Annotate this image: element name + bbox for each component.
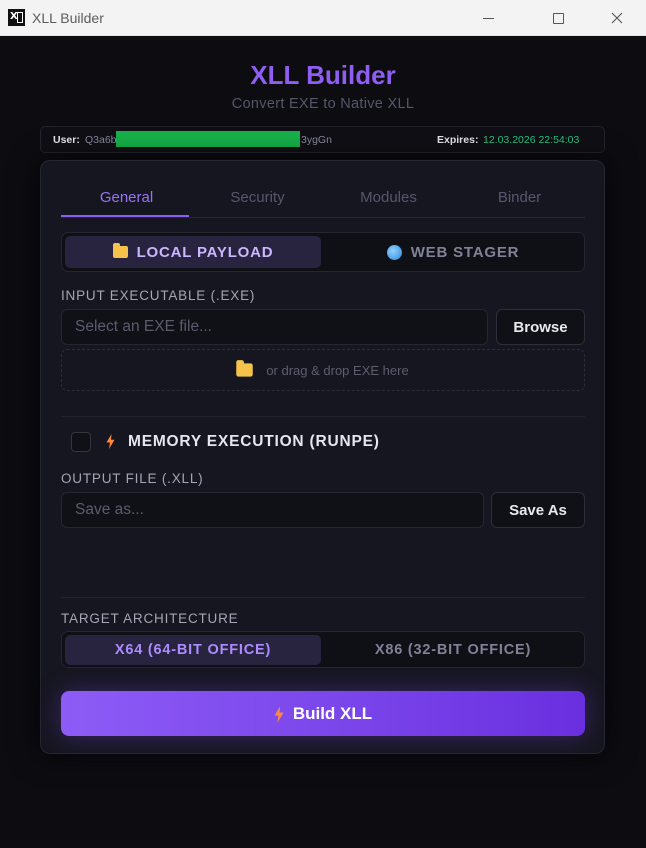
web-stager-option[interactable]: WEB STAGER <box>325 236 581 268</box>
tab-security[interactable]: Security <box>192 189 323 206</box>
maximize-button[interactable] <box>535 0 581 36</box>
tab-bar: General Security Modules Binder <box>61 181 585 218</box>
exe-dropzone[interactable]: or drag & drop EXE here <box>61 349 585 391</box>
memory-execution-label: MEMORY EXECUTION (RUNPE) <box>128 433 380 450</box>
save-as-button[interactable]: Save As <box>491 492 585 528</box>
license-bar: User: Q3a6b 3ygGn Expires: 12.03.2026 22… <box>40 126 605 153</box>
app-subtitle: Convert EXE to Native XLL <box>231 96 415 112</box>
input-exe-placeholder: Select an EXE file... <box>75 318 212 335</box>
window-title: XLL Builder <box>32 10 104 26</box>
open-folder-icon <box>236 360 254 377</box>
globe-icon <box>386 244 402 260</box>
output-file-placeholder: Save as... <box>75 501 144 518</box>
memory-execution-checkbox[interactable] <box>71 432 91 452</box>
divider <box>61 597 585 598</box>
user-redaction <box>116 131 300 147</box>
maximize-icon <box>552 12 564 24</box>
user-label: User: <box>53 134 80 146</box>
build-xll-button[interactable]: Build XLL <box>61 691 585 736</box>
local-payload-label: LOCAL PAYLOAD <box>136 243 274 261</box>
bolt-icon <box>274 706 284 723</box>
minimize-icon <box>482 17 494 19</box>
payload-mode-toggle: LOCAL PAYLOAD WEB STAGER <box>61 232 585 272</box>
expires-label: Expires: <box>437 134 479 146</box>
build-xll-label: Build XLL <box>292 703 373 723</box>
folder-icon <box>112 243 128 258</box>
bolt-icon <box>106 434 115 449</box>
window-titlebar: X XLL Builder <box>0 0 646 36</box>
excel-icon: X <box>8 9 25 26</box>
tab-general[interactable]: General <box>61 189 192 206</box>
output-file-label: OUTPUT FILE (.XLL) <box>61 471 204 486</box>
architecture-toggle: X64 (64-BIT OFFICE) X86 (32-BIT OFFICE) <box>61 631 585 668</box>
expires-value: 12.03.2026 22:54:03 <box>483 134 580 146</box>
active-tab-indicator <box>61 215 189 217</box>
local-payload-option[interactable]: LOCAL PAYLOAD <box>65 236 321 268</box>
browse-button[interactable]: Browse <box>496 309 585 345</box>
app-title: XLL Builder <box>250 60 396 90</box>
tab-binder[interactable]: Binder <box>454 189 585 206</box>
tab-modules[interactable]: Modules <box>323 189 454 206</box>
x64-option[interactable]: X64 (64-BIT OFFICE) <box>65 635 321 665</box>
minimize-button[interactable] <box>465 0 511 36</box>
output-file-field[interactable]: Save as... <box>61 492 484 528</box>
target-architecture-label: TARGET ARCHITECTURE <box>61 611 239 626</box>
input-exe-field[interactable]: Select an EXE file... <box>61 309 488 345</box>
close-button[interactable] <box>594 0 640 36</box>
close-icon <box>611 12 623 24</box>
x86-option[interactable]: X86 (32-BIT OFFICE) <box>325 635 581 665</box>
input-executable-label: INPUT EXECUTABLE (.EXE) <box>61 288 256 303</box>
builder-card: General Security Modules Binder LOCAL PA… <box>40 160 605 754</box>
user-value-suffix: 3ygGn <box>301 134 332 146</box>
dropzone-text: or drag & drop EXE here <box>266 362 409 378</box>
divider <box>61 416 585 417</box>
web-stager-label: WEB STAGER <box>410 243 520 261</box>
user-value-prefix: Q3a6b <box>85 134 117 146</box>
